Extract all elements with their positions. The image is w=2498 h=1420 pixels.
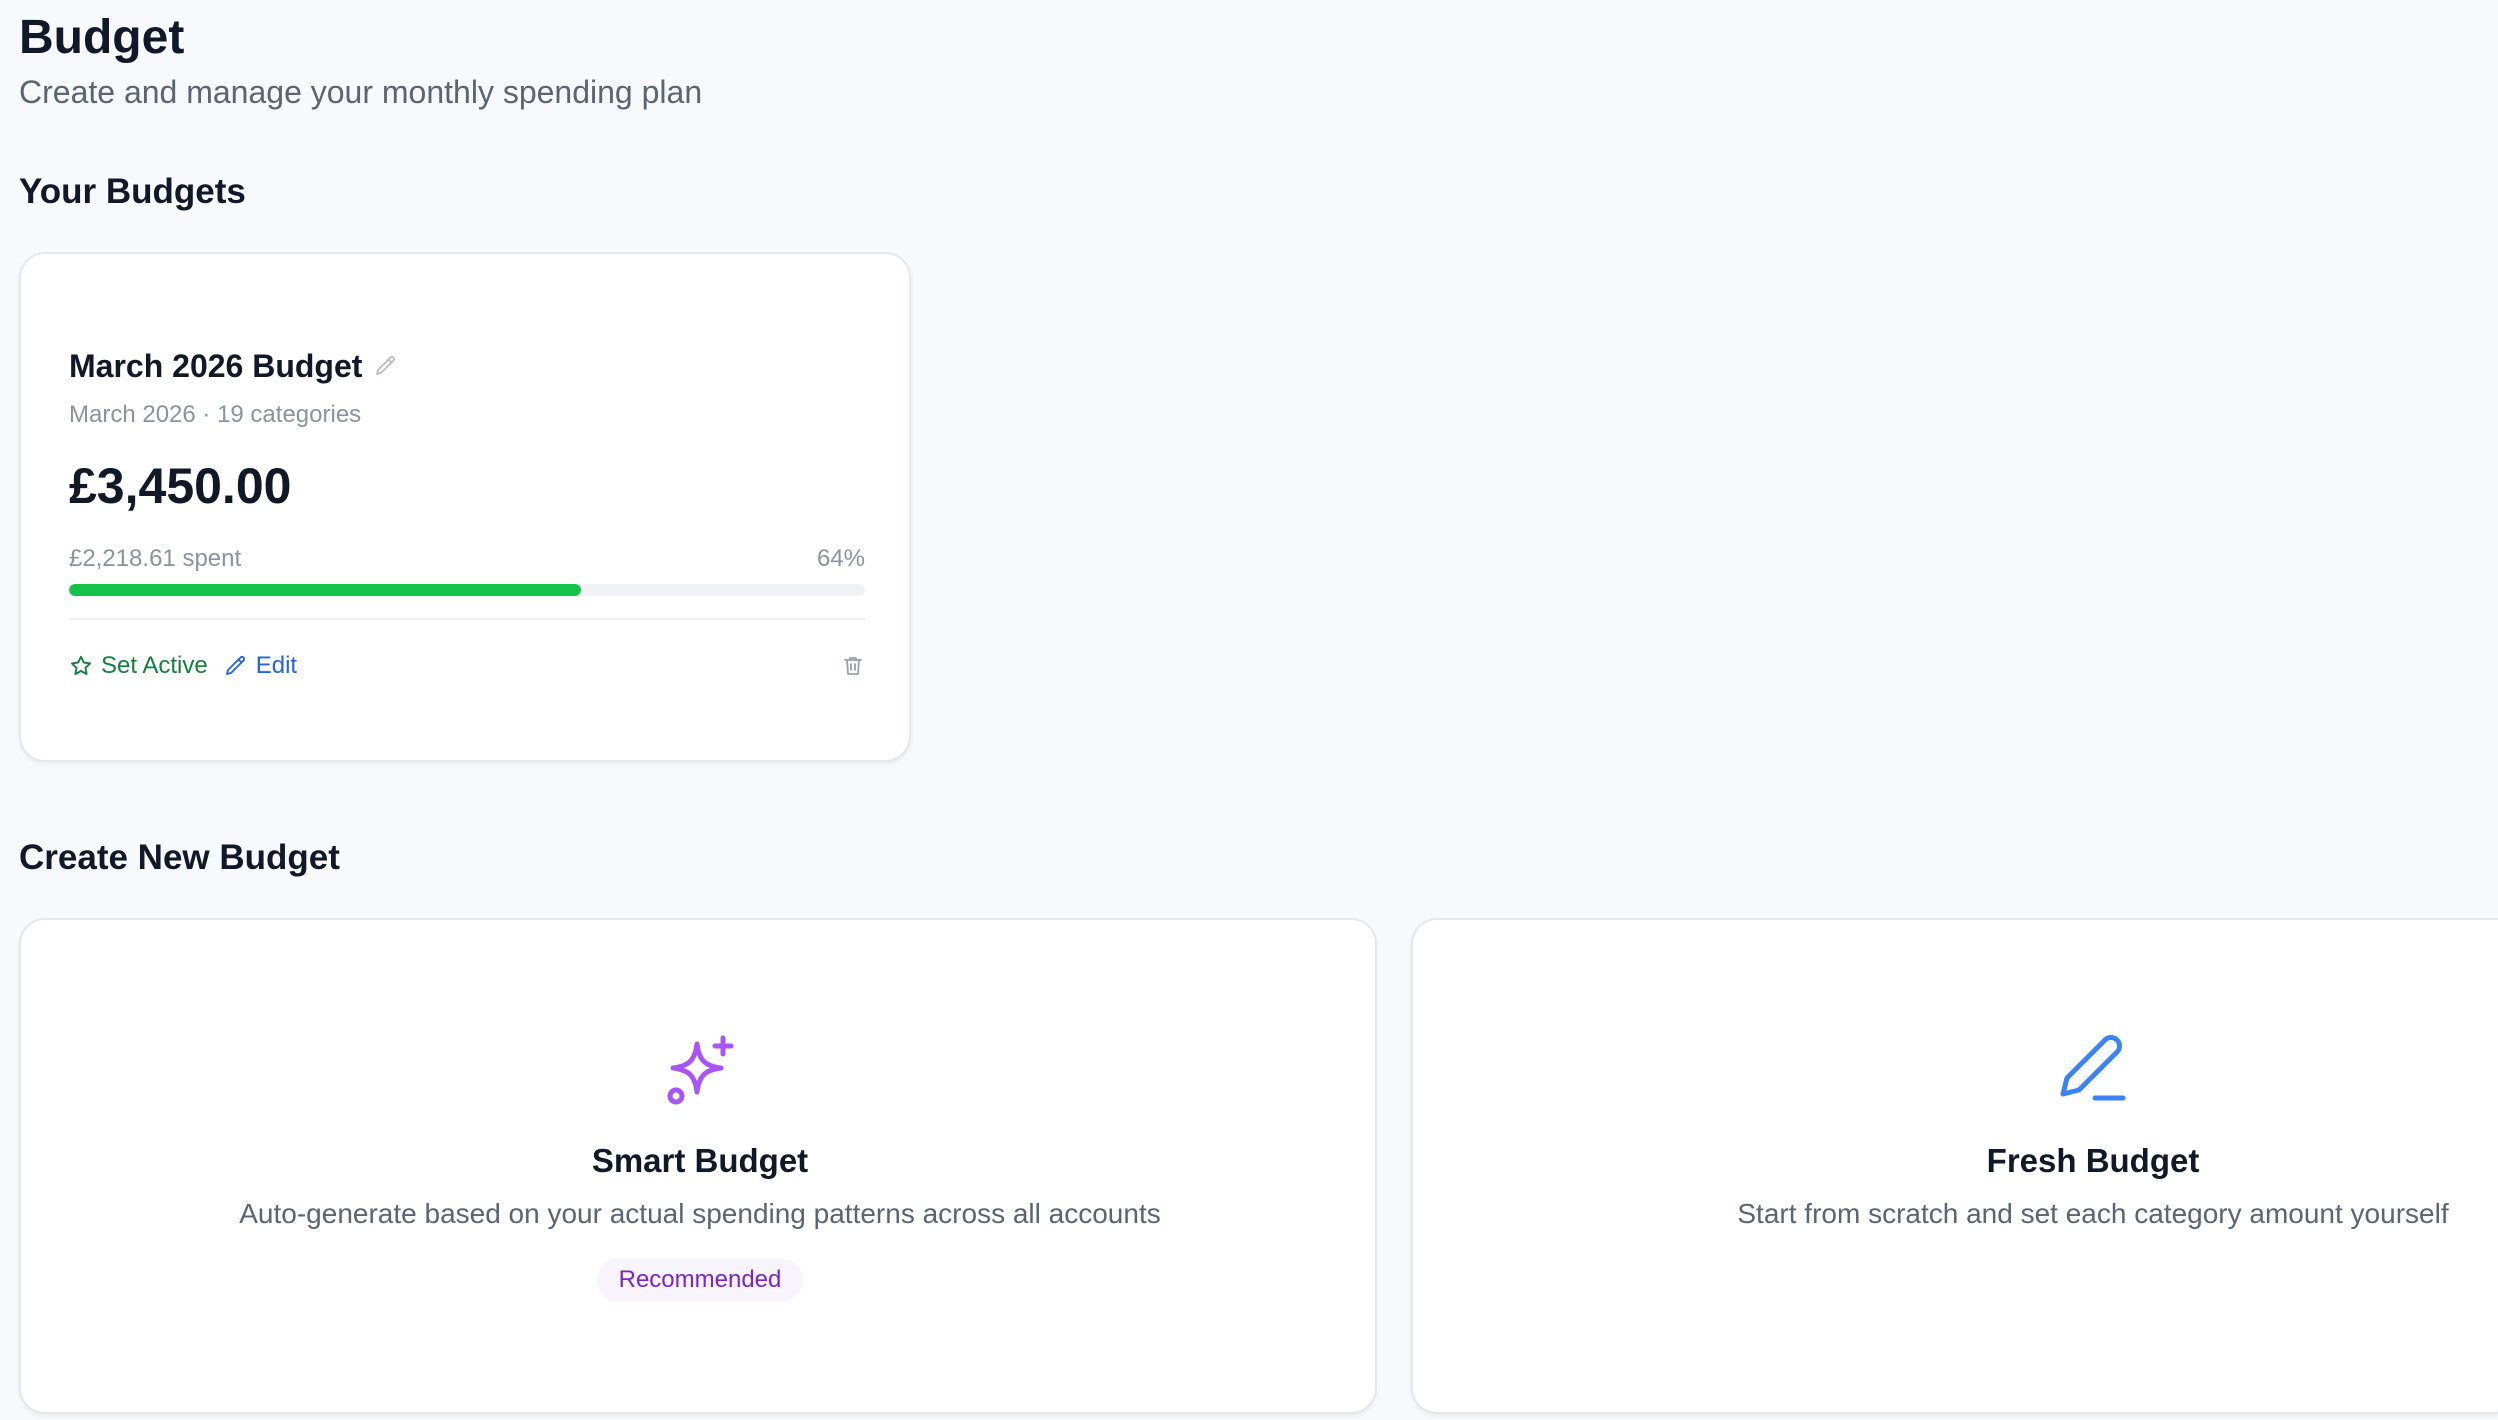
recommended-badge: Recommended	[597, 1258, 803, 1302]
pen-line-icon	[2060, 1035, 2126, 1101]
fresh-budget-description: Start from scratch and set each category…	[1737, 1198, 2449, 1229]
budget-card: March 2026 Budget March 2026 · 19 catego…	[19, 252, 911, 762]
trash-icon	[844, 657, 862, 675]
delete-button[interactable]	[841, 654, 865, 678]
fresh-budget-card[interactable]: Fresh Budget Start from scratch and set …	[1411, 918, 2498, 1414]
budget-name-row: March 2026 Budget	[69, 346, 398, 386]
percent-label: 64%	[816, 545, 865, 572]
budget-meta: March 2026 · 19 categories	[69, 401, 362, 428]
budget-amount: £3,450.00	[69, 458, 292, 514]
progress-bar	[69, 584, 865, 596]
edit-label: Edit	[255, 652, 298, 679]
progress-fill	[69, 584, 581, 596]
create-new-budget-heading: Create New Budget	[19, 838, 340, 877]
spent-row: £2,218.61 spent 64%	[69, 544, 865, 574]
smart-budget-description: Auto-generate based on your actual spend…	[239, 1198, 1161, 1229]
budget-name: March 2026 Budget	[69, 348, 363, 384]
star-icon	[70, 655, 92, 675]
budget-actions: Set Active Edit	[69, 646, 865, 686]
card-divider	[69, 618, 865, 620]
fresh-budget-title: Fresh Budget	[1986, 1142, 2200, 1179]
set-active-button[interactable]: Set Active	[69, 651, 208, 681]
smart-budget-card[interactable]: Smart Budget Auto-generate based on your…	[19, 918, 1377, 1414]
pencil-icon[interactable]	[374, 354, 398, 378]
edit-button[interactable]: Edit	[224, 651, 297, 681]
page-subtitle: Create and manage your monthly spending …	[19, 74, 703, 110]
page-title: Budget	[19, 11, 185, 64]
set-active-label: Set Active	[101, 652, 208, 679]
edit-pencil-icon	[225, 656, 245, 675]
smart-budget-title: Smart Budget	[591, 1142, 809, 1179]
your-budgets-heading: Your Budgets	[19, 172, 246, 211]
sparkles-icon	[667, 1035, 734, 1105]
spent-label: £2,218.61 spent	[69, 545, 242, 572]
budget-page: Budget Create and manage your monthly sp…	[19, 0, 2498, 1420]
